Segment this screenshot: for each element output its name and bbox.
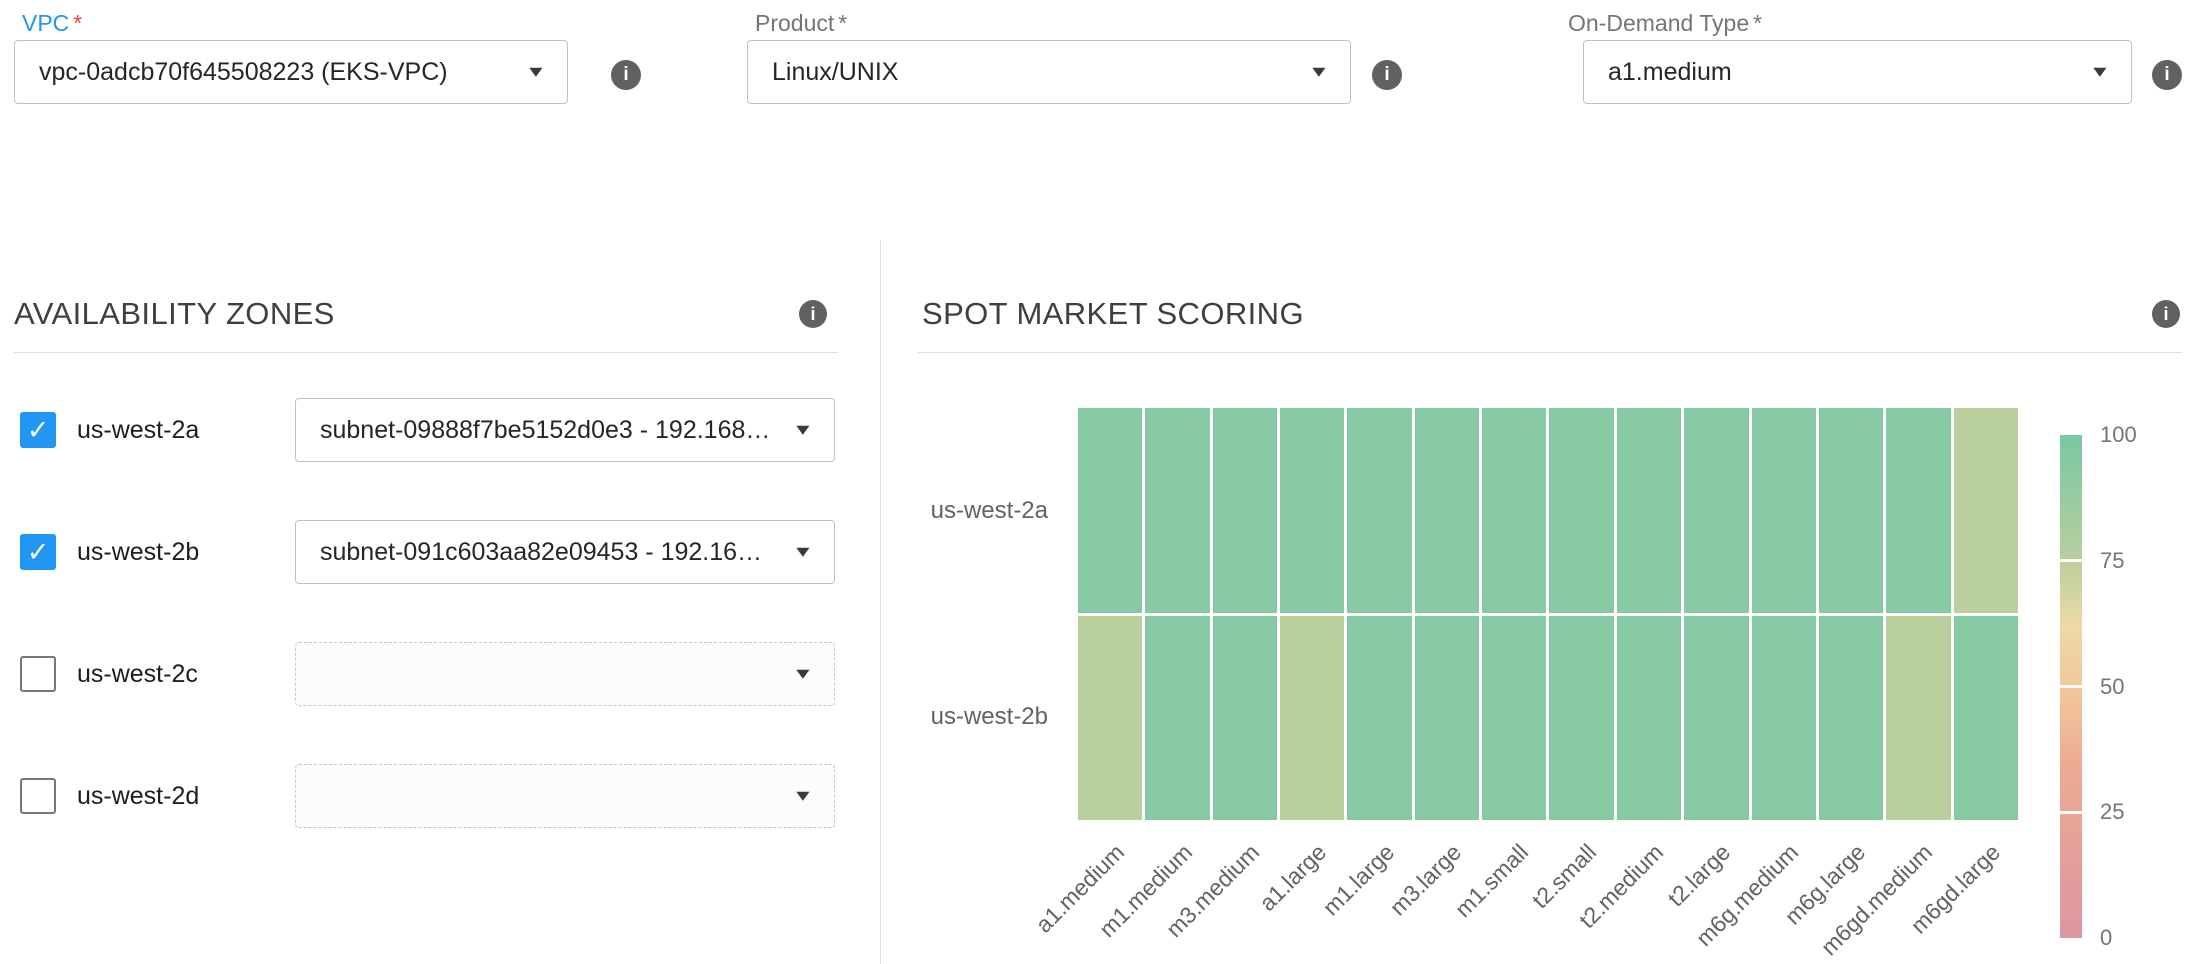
spot-market-info-icon[interactable]: i [2152, 300, 2180, 328]
heatmap-cell[interactable] [1213, 408, 1277, 613]
colorbar-tick-label: 100 [2100, 422, 2137, 448]
required-mark: * [73, 10, 82, 36]
caret-down-icon: ▼ [2089, 64, 2111, 79]
zone-checkbox[interactable] [20, 656, 56, 692]
heatmap-cell[interactable] [1145, 616, 1209, 821]
vpc-select-value: vpc-0adcb70f645508223 (EKS-VPC) [39, 58, 448, 87]
vpc-label: VPC* [14, 10, 568, 38]
required-mark: * [1753, 10, 1762, 36]
az-rows: ✓ us-west-2a subnet-09888f7be5152d0e3 - … [14, 398, 838, 886]
availability-zones-info-icon[interactable]: i [799, 300, 827, 328]
heatmap-cell[interactable] [1819, 616, 1883, 821]
heatmap-cell[interactable] [1886, 616, 1950, 821]
availability-zone-row: us-west-2c ▼ [14, 642, 838, 706]
check-icon: ✓ [27, 537, 50, 567]
colorbar-separator [2060, 811, 2082, 814]
colorbar-tick-label: 0 [2100, 925, 2112, 951]
heatmap-cell[interactable] [1819, 408, 1883, 613]
heatmap-cell[interactable] [1145, 408, 1209, 613]
zone-label: us-west-2c [77, 642, 198, 706]
on-demand-type-info-icon[interactable]: i [2152, 60, 2182, 90]
colorbar-separator [2060, 685, 2082, 688]
heatmap-cell[interactable] [1752, 616, 1816, 821]
heatmap-cell[interactable] [1617, 408, 1681, 613]
vpc-select[interactable]: vpc-0adcb70f645508223 (EKS-VPC) ▼ [14, 40, 568, 104]
heatmap-cell[interactable] [1078, 616, 1142, 821]
on-demand-type-field: On-Demand Type* a1.medium ▼ [1583, 10, 2132, 104]
subnet-select-value: subnet-09888f7be5152d0e3 - 192.168… [320, 416, 770, 445]
required-mark: * [838, 10, 847, 36]
zone-checkbox[interactable]: ✓ [20, 534, 56, 570]
availability-zone-row: ✓ us-west-2b subnet-091c603aa82e09453 - … [14, 520, 838, 584]
heatmap-cell[interactable] [1415, 408, 1479, 613]
colorbar-tick-label: 75 [2100, 548, 2124, 574]
heatmap-cell[interactable] [1954, 616, 2018, 821]
zone-label: us-west-2a [77, 398, 199, 462]
caret-down-icon: ▼ [792, 788, 814, 803]
availability-zones-title: AVAILABILITY ZONES [14, 296, 335, 332]
subnet-select[interactable]: ▼ [295, 642, 835, 706]
zone-checkbox[interactable]: ✓ [20, 412, 56, 448]
product-field: Product* Linux/UNIX ▼ [747, 10, 1351, 104]
product-label: Product* [747, 10, 1351, 38]
on-demand-type-label-text: On-Demand Type [1568, 10, 1749, 36]
on-demand-type-select-value: a1.medium [1608, 58, 1732, 87]
heatmap-row-label: us-west-2b [858, 702, 1048, 732]
subnet-select-value: subnet-091c603aa82e09453 - 192.168… [320, 538, 772, 567]
product-info-icon[interactable]: i [1372, 60, 1402, 90]
subnet-select[interactable]: ▼ [295, 764, 835, 828]
heatmap-cell[interactable] [1886, 408, 1950, 613]
check-icon: ✓ [27, 415, 50, 445]
page: VPC* vpc-0adcb70f645508223 (EKS-VPC) ▼ i… [0, 0, 2196, 964]
caret-down-icon: ▼ [525, 64, 547, 79]
heatmap-grid [1078, 408, 2018, 820]
heatmap-cell[interactable] [1549, 408, 1613, 613]
caret-down-icon: ▼ [792, 544, 814, 559]
subnet-select[interactable]: subnet-09888f7be5152d0e3 - 192.168… ▼ [295, 398, 835, 462]
product-select-value: Linux/UNIX [772, 58, 898, 87]
spot-market-scoring-title: SPOT MARKET SCORING [922, 296, 1304, 332]
heatmap-cell[interactable] [1280, 616, 1344, 821]
product-select[interactable]: Linux/UNIX ▼ [747, 40, 1351, 104]
heatmap-cell[interactable] [1684, 408, 1748, 613]
heatmap-cell[interactable] [1078, 408, 1142, 613]
vertical-section-divider [880, 240, 881, 964]
zone-label: us-west-2d [77, 764, 199, 828]
vpc-info-icon[interactable]: i [611, 60, 641, 90]
zone-label: us-west-2b [77, 520, 199, 584]
on-demand-type-label: On-Demand Type* [1560, 10, 2132, 38]
heatmap-cell[interactable] [1482, 408, 1546, 613]
heatmap-cell[interactable] [1347, 616, 1411, 821]
spot-market-divider [918, 352, 2182, 353]
caret-down-icon: ▼ [792, 666, 814, 681]
vpc-label-text: VPC [22, 10, 69, 36]
heatmap-cell[interactable] [1415, 616, 1479, 821]
heatmap-cell[interactable] [1213, 616, 1277, 821]
colorbar-tick-label: 50 [2100, 674, 2124, 700]
heatmap-cell[interactable] [1617, 616, 1681, 821]
availability-zones-divider [14, 352, 838, 353]
zone-checkbox[interactable] [20, 778, 56, 814]
heatmap-cell[interactable] [1347, 408, 1411, 613]
caret-down-icon: ▼ [1308, 64, 1330, 79]
product-label-text: Product [755, 10, 834, 36]
heatmap-row-label: us-west-2a [858, 496, 1048, 526]
vpc-field: VPC* vpc-0adcb70f645508223 (EKS-VPC) ▼ [14, 10, 568, 104]
availability-zone-row: us-west-2d ▼ [14, 764, 838, 828]
heatmap-cell[interactable] [1549, 616, 1613, 821]
colorbar-separator [2060, 559, 2082, 562]
heatmap-cell[interactable] [1482, 616, 1546, 821]
subnet-select[interactable]: subnet-091c603aa82e09453 - 192.168… ▼ [295, 520, 835, 584]
on-demand-type-select[interactable]: a1.medium ▼ [1583, 40, 2132, 104]
colorbar-tick-label: 25 [2100, 799, 2124, 825]
heatmap-cell[interactable] [1280, 408, 1344, 613]
heatmap-cell[interactable] [1954, 408, 2018, 613]
availability-zone-row: ✓ us-west-2a subnet-09888f7be5152d0e3 - … [14, 398, 838, 462]
heatmap-cell[interactable] [1684, 616, 1748, 821]
caret-down-icon: ▼ [792, 422, 814, 437]
heatmap-cell[interactable] [1752, 408, 1816, 613]
